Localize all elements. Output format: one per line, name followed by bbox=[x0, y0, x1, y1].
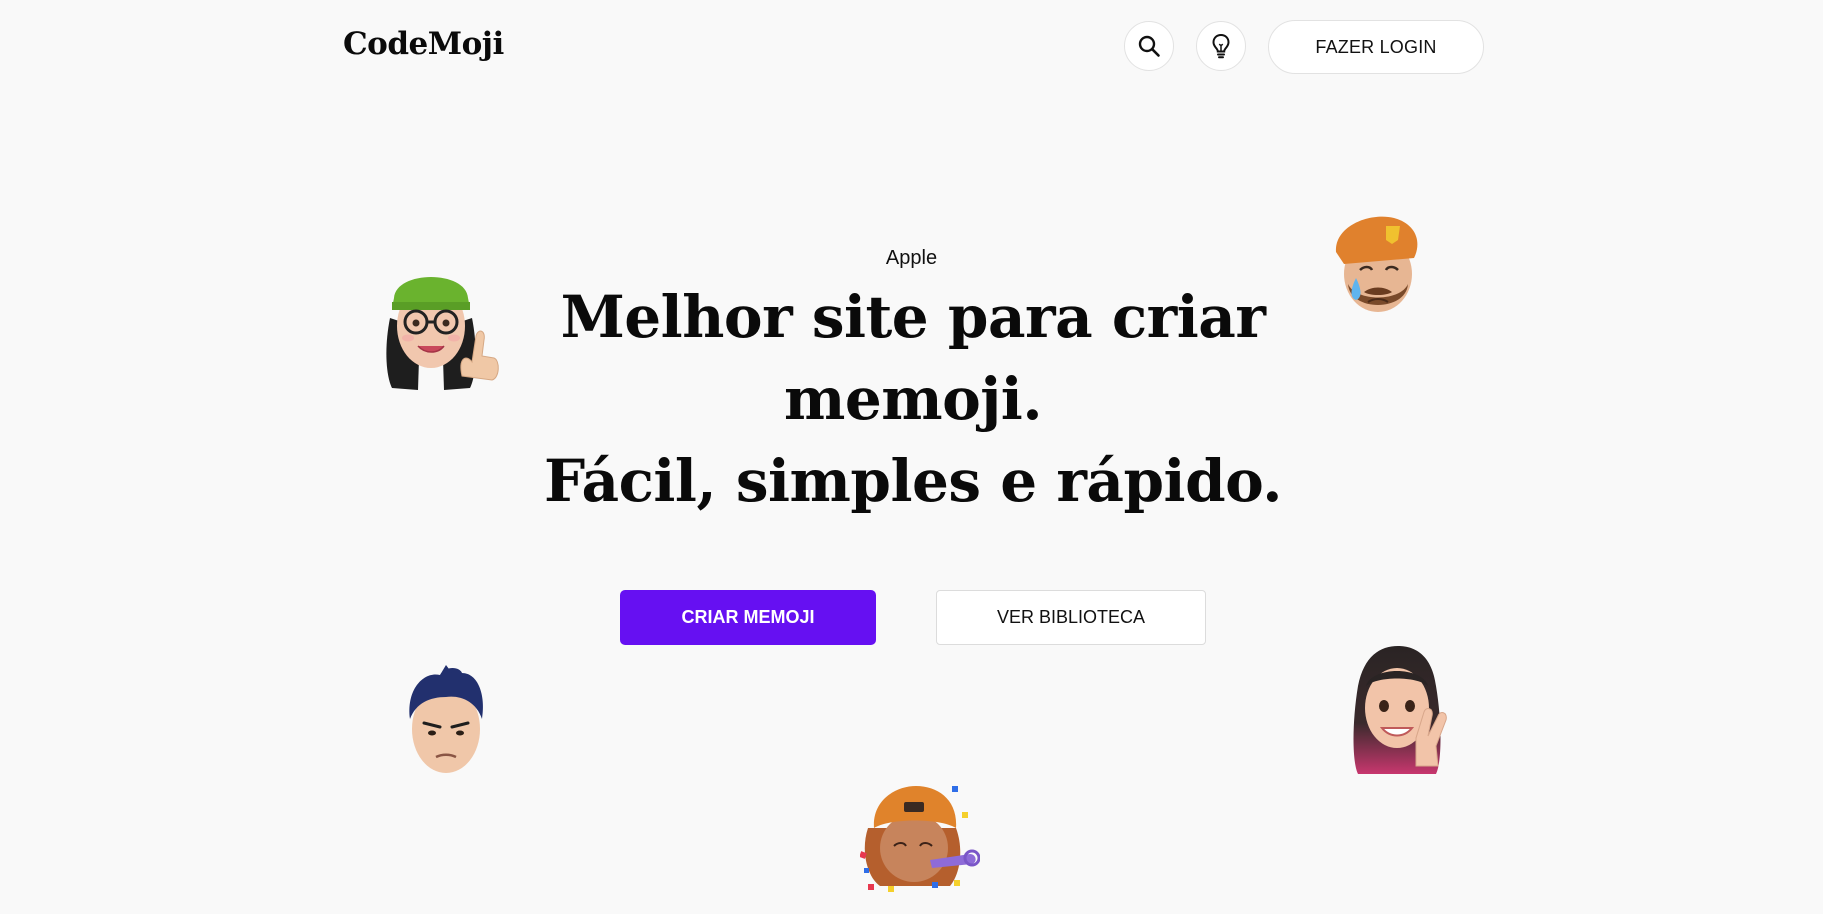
hero-eyebrow: Apple bbox=[885, 247, 938, 269]
hero-title-line-2: memoji. bbox=[783, 365, 1043, 433]
memoji-green-beanie-thumbs-up bbox=[380, 258, 502, 394]
login-button[interactable]: FAZER LOGIN bbox=[1268, 20, 1484, 74]
search-icon bbox=[1138, 35, 1160, 57]
hero-title: Melhor site para criar memoji. Fácil, si… bbox=[0, 276, 1823, 522]
create-memoji-button[interactable]: CRIAR MEMOJI bbox=[620, 590, 876, 645]
view-library-button[interactable]: VER BIBLIOTECA bbox=[936, 590, 1206, 645]
hero-title-line-3: Fácil, simples e rápido. bbox=[544, 447, 1282, 515]
search-button[interactable] bbox=[1124, 21, 1174, 71]
logo[interactable]: CodeMoji bbox=[343, 26, 504, 62]
memoji-pink-hair-peace-sign bbox=[1346, 642, 1450, 778]
memoji-blue-hair-angry bbox=[400, 665, 490, 781]
hero-title-line-1: Melhor site para criar bbox=[560, 283, 1266, 351]
lightbulb-icon bbox=[1212, 33, 1230, 59]
memoji-orange-beret-crying bbox=[1330, 212, 1424, 318]
lightbulb-button[interactable] bbox=[1196, 21, 1246, 71]
memoji-orange-cap-party bbox=[860, 782, 980, 894]
